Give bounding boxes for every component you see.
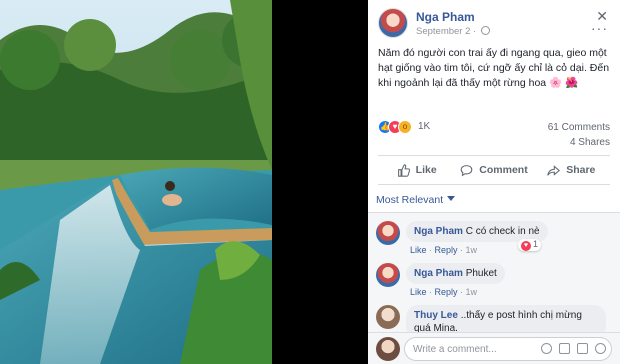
comment-time[interactable]: 1w xyxy=(466,287,478,297)
commenter-avatar[interactable] xyxy=(376,221,400,245)
caret-down-icon xyxy=(447,196,456,201)
wow-reaction-icon: o xyxy=(398,120,412,134)
comment-like-link[interactable]: Like xyxy=(410,287,427,297)
comment-reaction[interactable]: ♥ 1 xyxy=(518,239,542,251)
comment-filter[interactable]: Most Relevant xyxy=(376,194,456,206)
reaction-count: 1K xyxy=(418,121,431,132)
share-icon xyxy=(547,164,561,176)
comment-label: Comment xyxy=(479,164,528,176)
comment-item: Nga Pham Phuket Like · Reply · 1w xyxy=(376,263,610,301)
commenter-avatar[interactable] xyxy=(376,305,400,329)
globe-icon xyxy=(480,26,490,35)
post-date[interactable]: September 2 · xyxy=(416,26,490,37)
post-actions: Like Comment Share xyxy=(378,155,610,185)
comment-text: Phuket xyxy=(465,268,497,279)
comment-list: Nga Pham C có check in nè Like · Reply ·… xyxy=(368,212,620,332)
comment-button[interactable]: Comment xyxy=(455,156,532,184)
comment-item: Thuy Lee ..thấy e post hình chị mừng quá… xyxy=(376,305,610,332)
comments-count[interactable]: 61 Comments xyxy=(548,122,610,133)
post-date-text: September 2 xyxy=(416,26,471,37)
sticker-icon[interactable] xyxy=(595,343,606,354)
comment-icon xyxy=(460,164,473,176)
gif-icon[interactable] xyxy=(577,343,588,354)
like-label: Like xyxy=(415,164,437,176)
post-photo[interactable] xyxy=(0,0,272,364)
post-caption: Năm đó người con trai ấy đi ngang qua, g… xyxy=(378,47,610,89)
shares-count[interactable]: 4 Shares xyxy=(570,137,610,148)
post-header: Nga Pham September 2 · ✕ ··· xyxy=(378,8,614,40)
comment-reply-link[interactable]: Reply xyxy=(435,287,458,297)
author-avatar[interactable] xyxy=(378,8,408,38)
comment-filter-label: Most Relevant xyxy=(376,194,444,206)
share-button[interactable]: Share xyxy=(533,156,610,184)
viewer-avatar xyxy=(376,337,400,361)
commenter-name[interactable]: Nga Pham xyxy=(414,268,463,279)
comment-bubble: Thuy Lee ..thấy e post hình chị mừng quá… xyxy=(406,305,606,332)
comment-like-link[interactable]: Like xyxy=(410,245,427,255)
post-sidebar: Nga Pham September 2 · ✕ ··· Năm đó ngườ… xyxy=(368,0,620,364)
comment-reply-link[interactable]: Reply xyxy=(435,245,458,255)
comment-composer: Write a comment... xyxy=(368,332,620,364)
comment-meta: Like · Reply · 1w xyxy=(410,245,478,255)
author-name[interactable]: Nga Pham xyxy=(416,10,475,24)
photo-viewer: Nga Pham September 2 · ✕ ··· Năm đó ngườ… xyxy=(0,0,620,364)
emoji-icon[interactable] xyxy=(541,343,552,354)
comment-time[interactable]: 1w xyxy=(466,245,478,255)
like-button[interactable]: Like xyxy=(378,156,455,184)
comment-meta: Like · Reply · 1w xyxy=(410,287,478,297)
comment-text: C có check in nè xyxy=(465,226,540,237)
comment-item: Nga Pham C có check in nè Like · Reply ·… xyxy=(376,221,610,263)
pool-photo-illustration xyxy=(0,0,272,364)
comment-input-placeholder: Write a comment... xyxy=(413,344,497,355)
share-label: Share xyxy=(566,164,596,176)
comment-reaction-count: 1 xyxy=(533,239,539,249)
commenter-name[interactable]: Nga Pham xyxy=(414,226,463,237)
like-icon xyxy=(397,163,410,177)
love-reaction-icon: ♥ xyxy=(521,241,531,251)
more-icon[interactable]: ··· xyxy=(591,20,608,36)
commenter-avatar[interactable] xyxy=(376,263,400,287)
photo-pane xyxy=(0,0,368,364)
composer-tools xyxy=(541,343,606,354)
comment-bubble: Nga Pham Phuket xyxy=(406,263,505,284)
commenter-name[interactable]: Thuy Lee xyxy=(414,310,458,321)
camera-icon[interactable] xyxy=(559,343,570,354)
